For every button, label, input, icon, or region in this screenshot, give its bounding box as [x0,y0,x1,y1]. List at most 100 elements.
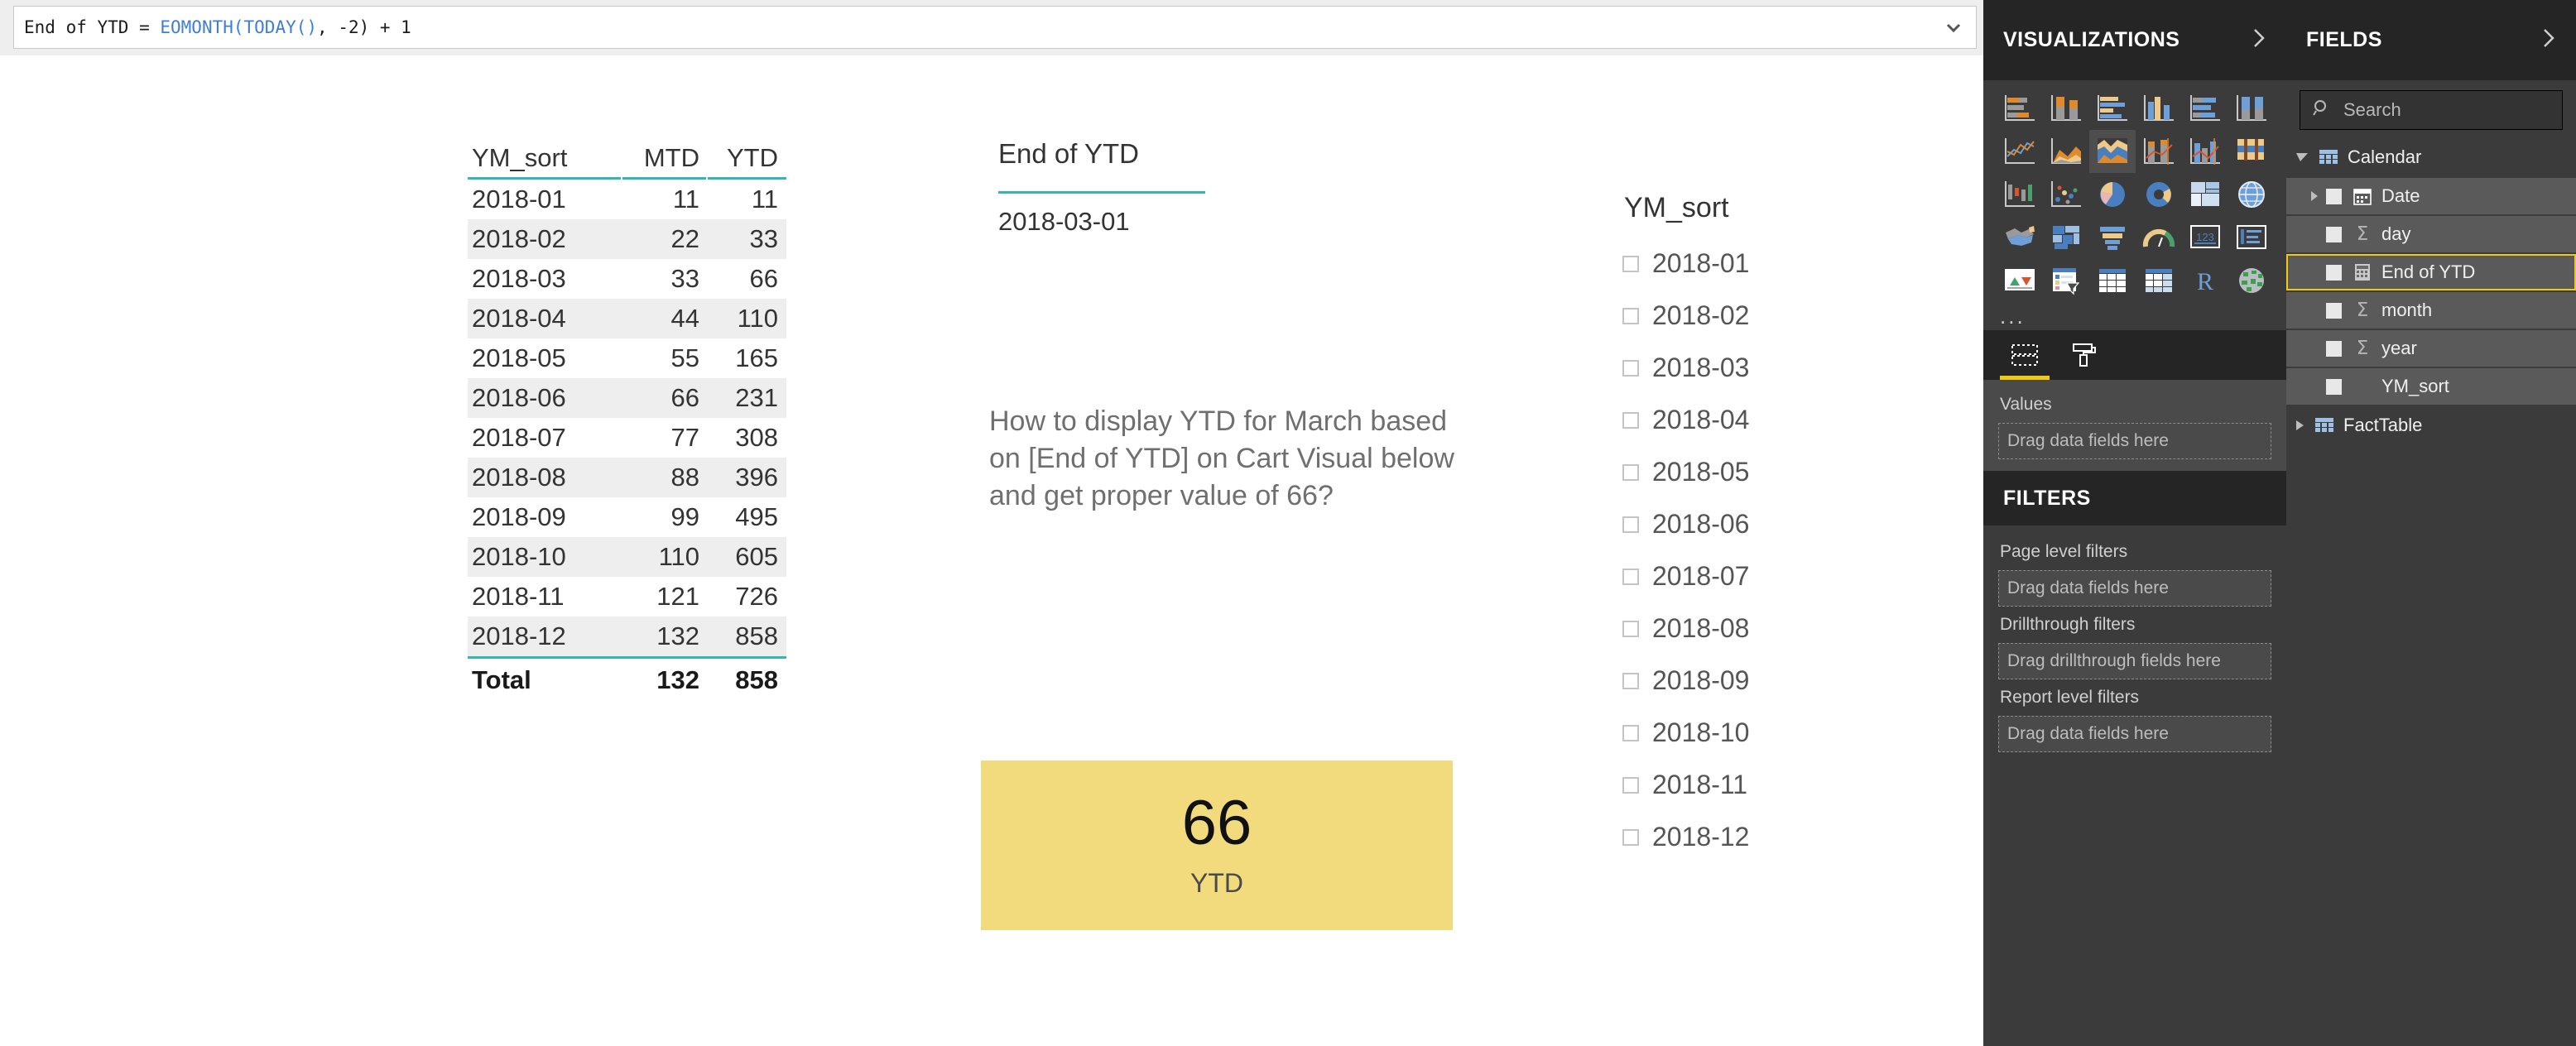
field-row[interactable]: Σday [2286,216,2576,252]
pie-chart-icon[interactable] [2089,173,2136,216]
stacked-bar-chart-icon[interactable] [1997,87,2043,130]
slicer-icon[interactable] [2043,259,2089,302]
field-checkbox[interactable] [2326,378,2342,395]
line-and-stacked-column-chart-icon[interactable] [2136,130,2182,173]
chevron-right-icon[interactable] [2250,26,2268,55]
donut-chart-icon[interactable] [2136,173,2182,216]
table-row[interactable]: 2018-12 132 858 [468,617,786,656]
kpi-icon[interactable] [1997,259,2043,302]
slicer-item[interactable]: 2018-04 [1622,394,1871,446]
slicer-item[interactable]: 2018-10 [1622,707,1871,759]
filter-dropzone[interactable]: Drag data fields here [1998,570,2271,607]
slicer-item[interactable]: 2018-08 [1622,602,1871,655]
slicer-item[interactable]: 2018-07 [1622,550,1871,602]
r-script-visual-icon[interactable]: R [2182,259,2228,302]
field-row[interactable]: Σmonth [2286,292,2576,329]
table-row[interactable]: 2018-10 110 605 [468,537,786,577]
matrix-visual[interactable]: YM_sort MTD YTD 2018-01 11 11 2018-02 22 33 20… [468,138,786,702]
matrix-icon[interactable] [2136,259,2182,302]
column-header-ytd[interactable]: YTD [706,143,783,173]
field-checkbox[interactable] [2326,188,2342,204]
field-checkbox[interactable] [2326,302,2342,319]
slicer-item[interactable]: 2018-03 [1622,342,1871,394]
slicer-item[interactable]: 2018-11 [1622,759,1871,811]
chevron-right-icon[interactable] [2311,191,2318,201]
field-row[interactable]: YM_sort [2286,368,2576,405]
column-header-mtd[interactable]: MTD [621,143,706,173]
multi-row-card-icon[interactable] [2228,216,2275,259]
slicer-item[interactable]: 2018-02 [1622,290,1871,342]
filled-map-icon[interactable] [1997,216,2043,259]
treemap-icon[interactable] [2182,173,2228,216]
slicer-item[interactable]: 2018-12 [1622,811,1871,863]
card-number-icon[interactable]: 123 [2182,216,2228,259]
line-and-clustered-column-chart-icon[interactable] [2182,130,2228,173]
stacked-area-chart-icon[interactable] [2089,130,2136,173]
checkbox-icon[interactable] [1622,828,1639,846]
field-checkbox[interactable] [2326,264,2342,281]
ribbon-chart-icon[interactable] [2228,130,2275,173]
field-row[interactable]: Date [2286,178,2576,214]
table-row[interactable]: 2018-07 77 308 [468,418,786,458]
table-row[interactable]: 2018-04 44 110 [468,299,786,338]
table-row[interactable]: 2018-09 99 495 [468,497,786,537]
table-icon[interactable] [2089,259,2136,302]
100-stacked-bar-chart-icon[interactable] [2182,87,2228,130]
checkbox-icon[interactable] [1622,724,1639,741]
field-row[interactable]: End of YTD [2286,254,2576,290]
slicer-item[interactable]: 2018-06 [1622,498,1871,550]
shape-map-icon[interactable] [2043,216,2089,259]
end-of-ytd-card-visual[interactable]: End of YTD 2018-03-01 [993,138,1266,237]
clustered-column-chart-icon[interactable] [2136,87,2182,130]
line-chart-icon[interactable] [1997,130,2043,173]
checkbox-icon[interactable] [1622,463,1639,481]
slicer-item[interactable]: 2018-05 [1622,446,1871,498]
table-row[interactable]: 2018-11 121 726 [468,577,786,617]
chevron-right-icon[interactable] [2296,420,2304,430]
funnel-chart-icon[interactable] [2089,216,2136,259]
scatter-chart-icon[interactable] [2043,173,2089,216]
checkbox-icon[interactable] [1622,307,1639,324]
field-checkbox[interactable] [2326,226,2342,242]
area-chart-icon[interactable] [2043,130,2089,173]
checkbox-icon[interactable] [1622,672,1639,689]
clustered-bar-chart-icon[interactable] [2089,87,2136,130]
chevron-right-icon[interactable] [2540,26,2558,55]
map-globe-icon[interactable] [2228,173,2275,216]
table-row[interactable]: 2018-03 33 66 [468,259,786,299]
ellipsis-icon[interactable]: ... [1983,302,2286,330]
fields-table-row[interactable]: Calendar [2286,138,2576,176]
formula-input[interactable]: End of YTD = EOMONTH(TODAY(), -2) + 1 [13,6,1977,49]
table-row[interactable]: 2018-08 88 396 [468,458,786,497]
filter-dropzone[interactable]: Drag drillthrough fields here [1998,643,2271,679]
chevron-down-icon[interactable] [1943,17,1964,38]
checkbox-icon[interactable] [1622,516,1639,533]
field-checkbox[interactable] [2326,340,2342,357]
table-row[interactable]: 2018-01 11 11 [468,180,786,219]
table-row[interactable]: 2018-02 22 33 [468,219,786,259]
column-header-ym-sort[interactable]: YM_sort [468,143,621,173]
checkbox-icon[interactable] [1622,776,1639,794]
waterfall-chart-icon[interactable] [1997,173,2043,216]
field-row[interactable]: Σyear [2286,330,2576,367]
filter-dropzone[interactable]: Drag data fields here [1998,716,2271,752]
fields-table-row[interactable]: FactTable [2286,406,2576,444]
format-pane-tab[interactable] [2055,333,2114,380]
ym-sort-slicer[interactable]: YM_sort 2018-01 2018-02 2018-03 2018-04 2018… [1622,192,1871,863]
table-row[interactable]: 2018-06 66 231 [468,378,786,418]
question-textbox[interactable]: How to display YTD for March based on [E… [989,403,1469,516]
checkbox-icon[interactable] [1622,568,1639,585]
values-dropzone[interactable]: Drag data fields here [1998,423,2271,459]
ytd-card-visual[interactable]: 66 YTD [981,761,1453,930]
fields-pane-tab[interactable] [1995,333,2055,380]
checkbox-icon[interactable] [1622,359,1639,377]
stacked-column-chart-icon[interactable] [2043,87,2089,130]
chevron-down-icon[interactable] [2296,153,2308,161]
table-row[interactable]: 2018-05 55 165 [468,338,786,378]
search-input[interactable]: Search [2300,90,2563,130]
checkbox-icon[interactable] [1622,255,1639,272]
checkbox-icon[interactable] [1622,411,1639,429]
checkbox-icon[interactable] [1622,620,1639,637]
gauge-chart-icon[interactable] [2136,216,2182,259]
100-stacked-column-chart-icon[interactable] [2228,87,2275,130]
